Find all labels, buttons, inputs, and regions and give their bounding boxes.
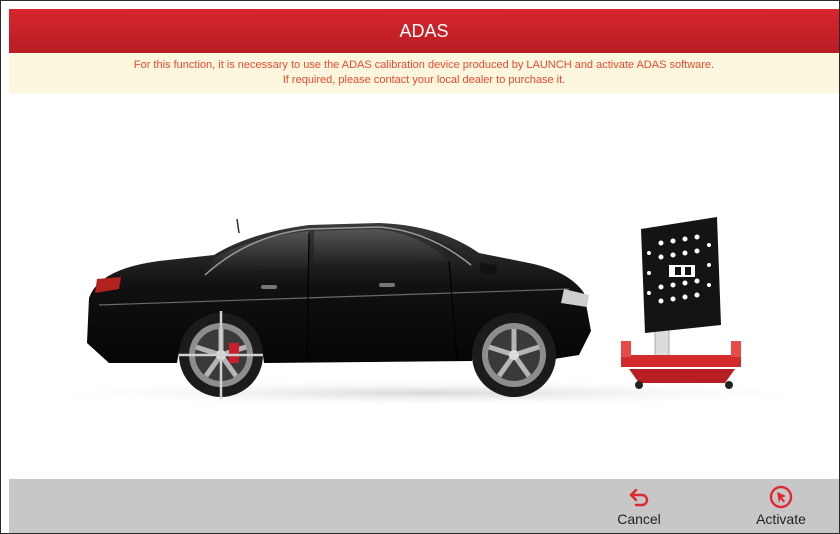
activate-label: Activate <box>756 511 806 527</box>
cancel-button[interactable]: Cancel <box>599 485 679 533</box>
notice-line-2: If required, please contact your local d… <box>282 74 566 86</box>
undo-arrow-icon <box>629 488 649 507</box>
cancel-label: Cancel <box>617 511 661 527</box>
car-and-calibration-target-illustration <box>9 217 839 407</box>
app-window: ADAS For this function, it is necessary … <box>0 0 840 534</box>
notice-line-1: For this function, it is necessary to us… <box>133 59 715 71</box>
title-bar: ADAS <box>9 9 839 53</box>
front-wheel <box>472 313 556 397</box>
cursor-circle-icon <box>769 485 793 509</box>
notice-banner: For this function, it is necessary to us… <box>9 53 839 93</box>
adas-illustration <box>9 93 839 479</box>
car <box>87 218 591 399</box>
page-title: ADAS <box>399 20 449 41</box>
activate-button[interactable]: Activate <box>741 485 821 533</box>
bottom-toolbar: Cancel Activate <box>9 479 839 533</box>
calibration-target <box>621 217 741 389</box>
